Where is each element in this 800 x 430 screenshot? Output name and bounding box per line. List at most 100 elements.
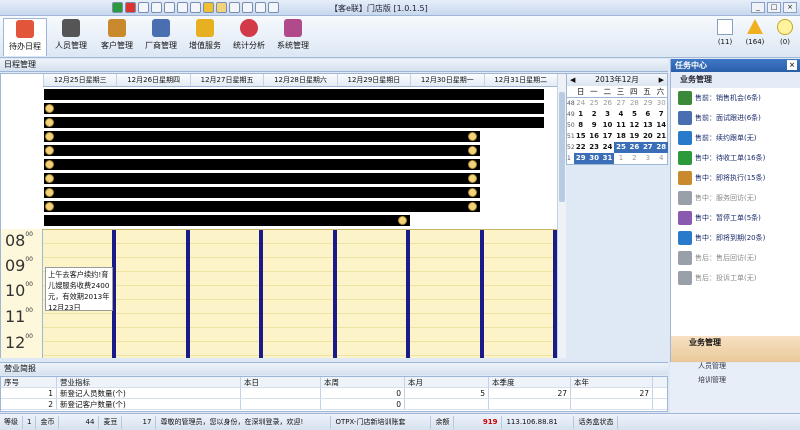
calendar-day[interactable]: 2: [628, 153, 641, 164]
calendar-day[interactable]: 18: [614, 131, 627, 142]
task-item[interactable]: 售前：续约跟单(无): [671, 128, 800, 148]
day-column[interactable]: [116, 230, 190, 358]
clock-icon[interactable]: [164, 2, 175, 13]
event-bar[interactable]: [44, 201, 480, 212]
day-column[interactable]: [336, 230, 411, 358]
task-item[interactable]: 售前：销售机会(6条): [671, 88, 800, 108]
red-icon[interactable]: [125, 2, 136, 13]
calendar-day[interactable]: 1: [574, 109, 587, 120]
day-header[interactable]: 12月26日星期四: [116, 74, 189, 86]
calendar-day[interactable]: 14: [655, 120, 668, 131]
task-item[interactable]: 售中：服务回访(无): [671, 188, 800, 208]
calendar-day[interactable]: 6: [641, 109, 654, 120]
calendar-day[interactable]: 27: [614, 98, 627, 109]
day-header[interactable]: 12月29日星期日: [336, 74, 410, 86]
search-icon[interactable]: [177, 2, 188, 13]
lock-icon[interactable]: [190, 2, 201, 13]
calendar-day[interactable]: 3: [641, 153, 654, 164]
calendar-day[interactable]: 28: [628, 98, 641, 109]
task-item[interactable]: 售中：即将到期(20条): [671, 228, 800, 248]
calendar-day[interactable]: 17: [601, 131, 614, 142]
calendar-day[interactable]: 26: [601, 98, 614, 109]
scroll-thumb[interactable]: [559, 92, 565, 202]
calendar-day[interactable]: 4: [655, 153, 668, 164]
warning-count[interactable]: (164): [742, 19, 768, 46]
calendar-day[interactable]: 11: [614, 120, 627, 131]
training-management-link[interactable]: 培训管理: [698, 375, 726, 385]
day-column[interactable]: [483, 230, 557, 358]
calendar-day[interactable]: 26: [627, 142, 642, 153]
staff-management-link[interactable]: 人员管理: [698, 361, 726, 371]
next-month-icon[interactable]: ▶: [659, 75, 664, 86]
calendar-day[interactable]: 30: [587, 153, 601, 164]
toolbar-customers[interactable]: 客户管理: [96, 18, 138, 56]
folder-icon[interactable]: [216, 2, 227, 13]
green-icon[interactable]: [112, 2, 123, 13]
appointment-note[interactable]: 上午去客户续约!育儿嫂服务收费2400元，有效期2013年12月23日: [45, 267, 113, 311]
day-column[interactable]: [263, 230, 337, 358]
calendar-day[interactable]: 7: [655, 109, 668, 120]
calendar-day[interactable]: 27: [641, 142, 655, 153]
task-item[interactable]: 售中：暂停工单(5条): [671, 208, 800, 228]
schedule-scrollbar[interactable]: [557, 74, 566, 358]
day-header[interactable]: 12月31日星期二: [483, 74, 557, 86]
business-management-tab[interactable]: 业务管理: [671, 336, 800, 362]
day-header[interactable]: 12月25日星期三: [43, 74, 116, 86]
calendar-day[interactable]: 22: [574, 142, 587, 153]
event-bar[interactable]: [44, 187, 480, 198]
task-item[interactable]: 售后：售后回访(无): [671, 248, 800, 268]
task-item[interactable]: 售前：面试跟进(6条): [671, 108, 800, 128]
calendar-day[interactable]: 29: [574, 153, 588, 164]
toolbar-staff[interactable]: 人员管理: [50, 18, 92, 56]
calendar-day[interactable]: 8: [574, 120, 587, 131]
calendar-day[interactable]: 24: [601, 142, 614, 153]
tip-count[interactable]: (0): [772, 19, 798, 46]
day-column[interactable]: [189, 230, 264, 358]
toolbar-schedule[interactable]: 待办日程: [3, 18, 47, 56]
day-header[interactable]: 12月28日星期六: [263, 74, 336, 86]
toolbar-system[interactable]: 系统管理: [272, 18, 314, 56]
close-button[interactable]: ×: [783, 2, 797, 13]
calendar-icon[interactable]: [151, 2, 162, 13]
task-item[interactable]: 售后：投诉工单(无): [671, 268, 800, 288]
time-grid[interactable]: [43, 229, 557, 358]
toolbar-vendors[interactable]: 厂商管理: [140, 18, 182, 56]
dropdown-icon[interactable]: [268, 2, 279, 13]
calendar-day[interactable]: 29: [641, 98, 654, 109]
event-bar[interactable]: [44, 131, 480, 142]
event-bar[interactable]: [44, 145, 480, 156]
event-bar[interactable]: [44, 173, 480, 184]
day-header[interactable]: 12月30日星期一: [410, 74, 483, 86]
calendar-day[interactable]: 21: [655, 131, 668, 142]
minimize-button[interactable]: _: [751, 2, 765, 13]
calendar-day[interactable]: 4: [614, 109, 627, 120]
task-item[interactable]: 售中：待收工单(16条): [671, 148, 800, 168]
calendar-day[interactable]: 25: [587, 98, 600, 109]
info-icon[interactable]: [242, 2, 253, 13]
star-icon[interactable]: [203, 2, 214, 13]
prev-month-icon[interactable]: ◀: [570, 75, 575, 86]
toolbar-value-added[interactable]: 增值服务: [184, 18, 226, 56]
calendar-day[interactable]: 2: [587, 109, 600, 120]
calendar-day[interactable]: 23: [587, 142, 600, 153]
calendar-day[interactable]: 31: [600, 153, 615, 164]
maximize-button[interactable]: □: [767, 2, 781, 13]
calendar-day[interactable]: 1: [614, 153, 627, 164]
event-bar[interactable]: [44, 215, 410, 226]
calendar-day[interactable]: 24: [574, 98, 587, 109]
event-bar[interactable]: [44, 159, 480, 170]
calendar-day[interactable]: 19: [628, 131, 641, 142]
calendar-day[interactable]: 30: [655, 98, 668, 109]
close-icon[interactable]: ×: [787, 60, 797, 70]
mail-icon[interactable]: [138, 2, 149, 13]
event-bar[interactable]: [44, 89, 544, 100]
day-header[interactable]: 12月27日星期五: [189, 74, 263, 86]
help-icon[interactable]: [255, 2, 266, 13]
calendar-day[interactable]: 9: [587, 120, 600, 131]
calendar-day[interactable]: 13: [641, 120, 654, 131]
calendar-day[interactable]: 15: [574, 131, 587, 142]
day-column[interactable]: [410, 230, 484, 358]
key-icon[interactable]: [229, 2, 240, 13]
calendar-day[interactable]: 10: [601, 120, 614, 131]
calendar-day[interactable]: 3: [601, 109, 614, 120]
